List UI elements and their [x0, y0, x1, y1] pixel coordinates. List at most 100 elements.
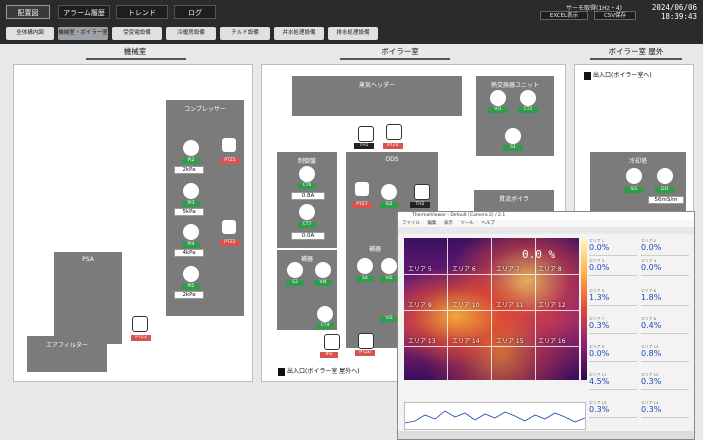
- tab-machine-boiler[interactable]: 機械室・ボイラー室: [58, 27, 108, 40]
- door-icon: [584, 71, 591, 80]
- menu-bar: ファイル 編集 表示 ツール ヘルプ: [398, 220, 694, 227]
- top-bar: 配置図 アラーム履歴 トレンド ログ サーモ取得(1Hz・4) EXCEL表示 …: [0, 0, 703, 22]
- excel-button[interactable]: EXCEL表示: [540, 11, 588, 20]
- readout-value: 1.3%: [589, 293, 610, 302]
- pressure-gauge-icon[interactable]: [183, 183, 199, 199]
- tab-site-map[interactable]: 全体構内図: [6, 27, 54, 40]
- tab-drainage[interactable]: 排水処理設備: [328, 27, 378, 40]
- ip-camera-icon[interactable]: [324, 334, 340, 350]
- zone-label: エリア 7: [496, 266, 520, 273]
- entrance-to-boiler-room[interactable]: 出入口(ボイラー室へ): [584, 70, 652, 80]
- zone-label: エリア 8: [538, 266, 562, 273]
- current-icon[interactable]: [520, 90, 536, 106]
- vibration-icon[interactable]: [381, 258, 397, 274]
- sensor-tag: SI2: [380, 202, 398, 208]
- area-title-machine: 機械室: [123, 47, 147, 56]
- trend-graph[interactable]: [404, 402, 586, 430]
- readout-value: 0.3%: [641, 405, 662, 414]
- current-icon[interactable]: [299, 204, 315, 220]
- microphone-icon[interactable]: [381, 184, 397, 200]
- readout-value: 0.3%: [589, 405, 610, 414]
- grid-line: [404, 310, 579, 311]
- heat-exchanger-box[interactable]: 熱交換器ユニット: [476, 76, 554, 156]
- temperature-scale: [581, 238, 587, 380]
- ptz-camera-icon[interactable]: [222, 220, 236, 234]
- sensor-value: 4kPa: [174, 249, 204, 257]
- menu-file[interactable]: ファイル: [402, 221, 420, 226]
- tab-chilled[interactable]: チルド設備: [220, 27, 270, 40]
- thermal-image[interactable]: 0.0 % エリア 5 エリア 6 エリア 7 エリア 8 エリア 9 エリア …: [404, 238, 579, 380]
- menu-tools[interactable]: ツール: [460, 221, 474, 226]
- thermometer-icon[interactable]: [414, 184, 430, 200]
- zone-label: エリア 11: [496, 302, 524, 309]
- water-drop-icon[interactable]: [505, 128, 521, 144]
- sensor-tag: TH1: [354, 143, 374, 149]
- steam-header-box[interactable]: 蒸気ヘッダー: [292, 76, 462, 116]
- zone-label: エリア 10: [452, 302, 480, 309]
- ptz-camera-icon[interactable]: [222, 138, 236, 152]
- readout: エリア 5 1.3%: [589, 288, 637, 306]
- area-underline: [340, 58, 450, 60]
- boiler-aux-box[interactable]: 補器: [350, 240, 400, 340]
- conductivity-icon[interactable]: [657, 168, 673, 184]
- vibration-icon[interactable]: [315, 262, 331, 278]
- readout-value: 0.4%: [641, 321, 662, 330]
- csv-button[interactable]: CSV保存: [594, 11, 636, 20]
- center-temperature: 0.0 %: [522, 248, 556, 261]
- zone-label: エリア 13: [408, 338, 436, 345]
- zone-label: エリア 9: [408, 302, 432, 309]
- tab-alarm-history[interactable]: アラーム履歴: [58, 5, 110, 19]
- vibration-icon[interactable]: [490, 90, 506, 106]
- readout: エリア 6 1.8%: [641, 288, 689, 306]
- ptz-camera-icon[interactable]: [386, 124, 402, 140]
- tab-hvac[interactable]: 冷暖房設備: [166, 27, 216, 40]
- toolbar[interactable]: [398, 227, 694, 234]
- date-display: 2024/06/06: [651, 3, 697, 12]
- current-icon[interactable]: [317, 306, 333, 322]
- thermal-viewer-window[interactable]: ThermalViewer - Default (Camera 2) / 2.1…: [397, 211, 695, 440]
- tab-log[interactable]: ログ: [174, 5, 216, 19]
- pressure-gauge-icon[interactable]: [183, 266, 199, 282]
- water-drop-icon[interactable]: [357, 258, 373, 274]
- boiler-aux-title: 補器: [368, 246, 381, 253]
- thermometer-icon[interactable]: [358, 126, 374, 142]
- microphone-icon[interactable]: [626, 168, 642, 184]
- readout-value: 0.3%: [641, 377, 662, 386]
- menu-edit[interactable]: 編集: [427, 221, 436, 226]
- psa-box[interactable]: PSA: [54, 252, 122, 344]
- menu-help[interactable]: ヘルプ: [481, 221, 495, 226]
- status-bar: [398, 431, 694, 439]
- air-filter-box[interactable]: エアフィルター: [27, 336, 107, 372]
- camera-tag: PTZ4: [383, 143, 403, 149]
- sensor-value: 2kPa: [174, 166, 204, 174]
- camera-tag: PTZ3: [131, 335, 151, 341]
- steam-header-title: 蒸気ヘッダー: [358, 82, 395, 89]
- area-title-outside: ボイラー室 屋外: [608, 47, 664, 56]
- tab-trend[interactable]: トレンド: [116, 5, 168, 19]
- area-underline: [590, 58, 682, 60]
- tab-layout[interactable]: 配置図: [6, 5, 50, 19]
- psa-title: PSA: [82, 256, 94, 263]
- tab-well-water[interactable]: 井水処理設備: [274, 27, 324, 40]
- current-icon[interactable]: [299, 166, 315, 182]
- readout-value: 0.0%: [641, 263, 662, 272]
- sensor-tag: PI2: [182, 158, 200, 164]
- door-icon: [278, 367, 285, 376]
- pressure-gauge-icon[interactable]: [183, 224, 199, 240]
- tab-substation[interactable]: 受変電設備: [112, 27, 162, 40]
- water-drop-icon[interactable]: [287, 262, 303, 278]
- camera-tag: PTZ1: [220, 158, 240, 164]
- camera-tag: PTZ7: [352, 202, 372, 208]
- readout-value: 1.8%: [641, 293, 662, 302]
- pressure-gauge-icon[interactable]: [183, 140, 199, 156]
- ptz-camera-icon[interactable]: [358, 333, 374, 349]
- sensor-tag: S1: [503, 145, 523, 151]
- sensor-tag: PI4: [182, 242, 200, 248]
- menu-view[interactable]: 表示: [444, 221, 453, 226]
- ptz-camera-icon[interactable]: [355, 182, 369, 196]
- entrance-to-outside[interactable]: 出入口(ボイラー室 屋外へ): [278, 366, 360, 376]
- sensor-value: 0.8A: [291, 192, 325, 200]
- window-title: ThermalViewer - Default (Camera 2) / 2.1: [398, 212, 694, 220]
- ptz-camera-icon[interactable]: [132, 316, 148, 332]
- control-panel-title: 制御盤: [297, 158, 316, 165]
